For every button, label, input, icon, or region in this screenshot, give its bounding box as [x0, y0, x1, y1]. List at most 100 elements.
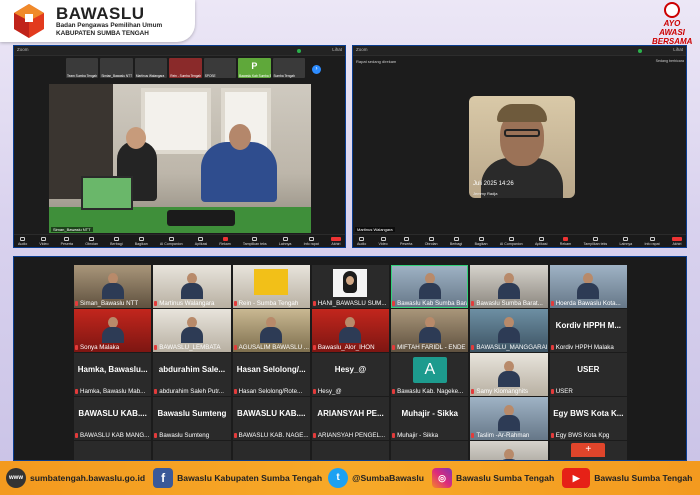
security-shield-icon[interactable]	[638, 49, 642, 53]
toolbar-button[interactable]: Aplikasi	[195, 236, 207, 246]
toolbar-button[interactable]: AI Companion	[500, 236, 523, 246]
participant-tile[interactable]: MIFTAH FARIDL - ENDE	[391, 309, 469, 352]
view-button[interactable]: Lihat	[673, 47, 683, 52]
muted-mic-icon	[392, 345, 396, 350]
participant-tile[interactable]: Siman_Bawaslu NTT	[74, 265, 152, 308]
toolbar-button[interactable]: Info rapat	[304, 236, 319, 246]
participant-tile[interactable]: BAWASLU_LEMBATA	[153, 309, 231, 352]
toolbar-button[interactable]: AI Companion	[160, 236, 183, 246]
security-shield-icon[interactable]	[297, 49, 301, 53]
toolbar-button[interactable]: Peserta	[400, 236, 412, 246]
participant-tile[interactable]: +	[549, 441, 627, 460]
participant-tile[interactable]: Rein - Sumba Tengah	[232, 265, 310, 308]
participant-tile[interactable]	[74, 441, 152, 460]
participant-tile[interactable]: Hamka, Bawaslu... Hamka, Bawaslu Mab...	[74, 353, 152, 396]
toolbar-label: Obrolan	[424, 241, 438, 246]
toolbar-button[interactable]: Berbagi	[450, 236, 462, 246]
participant-tile[interactable]: BAWASLU_MANGGARAI	[470, 309, 548, 352]
toolbar-button[interactable]: Tampilkan teks	[243, 236, 267, 246]
strip-next-icon[interactable]: ›	[312, 65, 321, 74]
participant-tile[interactable]: Bawaslu Sumteng Bawaslu Sumteng	[153, 397, 231, 440]
participant-tile[interactable]	[470, 441, 548, 460]
participant-tile[interactable]: BAWASLU KAB.... BAWASLU KAB. NAGE...	[232, 397, 310, 440]
participant-name-label: Bawaslu Kab. Nageke...	[392, 388, 467, 395]
toolbar-button[interactable]: Aplikasi	[535, 236, 547, 246]
toolbar-button[interactable]: Tampilkan teks	[583, 236, 607, 246]
muted-mic-icon	[154, 389, 158, 394]
muted-mic-icon	[233, 433, 237, 438]
facebook-link[interactable]: f Bawaslu Kabupaten Sumba Tengah	[153, 468, 322, 488]
toolbar-button[interactable]: Akhiri	[330, 236, 341, 246]
strip-participant-tile[interactable]: Martinus Walangara	[134, 58, 168, 78]
participant-tile[interactable]	[311, 441, 390, 460]
toolbar-label: Rekam	[219, 241, 231, 246]
participant-tile[interactable]: Bawaslu Kab Sumba Barat	[391, 265, 469, 308]
zoom-topbar: Zoom Lihat	[14, 46, 345, 56]
participant-name-label: AGUSALIM BAWASLU ...	[233, 344, 309, 351]
strip-participant-tile[interactable]: Simian_Bawaslu NTT	[100, 58, 133, 78]
strip-participant-tile[interactable]: Sumba Tengah	[272, 58, 305, 78]
toolbar-label: Info rapat	[644, 241, 660, 246]
toolbar-button[interactable]: Akhiri	[671, 236, 682, 246]
toolbar-button[interactable]: Info rapat	[644, 236, 660, 246]
participant-tile[interactable]: Taslim -Ar-Rahman	[470, 397, 548, 440]
toolbar-button[interactable]: Bagikan	[135, 236, 148, 246]
projector	[167, 210, 235, 226]
participant-name-label: Samy Klomanghits	[471, 388, 546, 395]
participant-tile[interactable]: USER USER	[549, 353, 627, 396]
instagram-link[interactable]: ◎ Bawaslu Sumba Tengah	[432, 468, 554, 488]
toolbar-button[interactable]: Peserta	[61, 236, 73, 246]
muted-mic-icon	[550, 433, 554, 438]
participant-tile[interactable]: Egy BWS Kota K... Egy BWS Kota Kpg	[549, 397, 627, 440]
participant-name: Bawaslu Sumteng	[159, 432, 210, 439]
participant-tile[interactable]	[153, 441, 231, 460]
participant-name-label: USER	[550, 388, 626, 395]
participant-tile[interactable]: Sonya Malaka	[74, 309, 152, 352]
facebook-icon: f	[153, 468, 174, 488]
participant-tile[interactable]: Bawaslu_Alor_IHON	[311, 309, 390, 352]
website-link[interactable]: www sumbatengah.bawaslu.go.id	[6, 468, 145, 488]
participant-tile[interactable]: BAWASLU KAB.... BAWASLU KAB MANG...	[74, 397, 152, 440]
toolbar-button[interactable]: Rekam	[219, 236, 231, 246]
participant-video	[101, 273, 124, 299]
participant-name: Hesy_@	[317, 388, 342, 395]
twitter-link[interactable]: t @SumbaBawaslu	[328, 468, 424, 488]
strip-participant-tile[interactable]: Rein - Sumba Tengah	[169, 58, 202, 78]
participant-name-label: BAWASLU KAB MANG...	[75, 432, 150, 439]
toolbar-button[interactable]: Audio	[357, 236, 366, 246]
youtube-link[interactable]: ▶ Bawaslu Sumba Tengah	[562, 468, 692, 488]
toolbar-button[interactable]: Lainnya	[620, 236, 632, 246]
participant-tile[interactable]: abdurahim Sale... abdurahim Saleh Putr...	[153, 353, 231, 396]
participant-tile[interactable]	[391, 441, 469, 460]
toolbar-button[interactable]: Video	[379, 236, 388, 246]
strip-participant-tile[interactable]: Team Sumba Tengah	[66, 58, 99, 78]
participant-name-label: Martinus Walangara	[154, 300, 229, 307]
toolbar-button[interactable]: Bagikan	[475, 236, 488, 246]
participant-tile[interactable]: Samy Klomanghits	[470, 353, 548, 396]
participant-tile[interactable]: Hesy_@ Hesy_@	[311, 353, 390, 396]
strip-participant-tile[interactable]: P Bawaslu Kab Sumba Barat	[238, 58, 271, 78]
participant-tile[interactable]	[232, 441, 310, 460]
participant-tile[interactable]: Hasan Selolong/... Hasan Selolong/Rote...	[232, 353, 310, 396]
toolbar-button[interactable]: Video	[39, 236, 49, 246]
participant-tile[interactable]: Martinus Walangara	[153, 265, 231, 308]
view-button[interactable]: Lihat	[332, 47, 342, 52]
participant-name-label: BAWASLU_LEMBATA	[154, 344, 229, 351]
participant-name-label: Sonya Malaka	[75, 344, 150, 351]
participant-tile[interactable]: A Bawaslu Kab. Nageke...	[391, 353, 469, 396]
participant-tile[interactable]: Muhajir - Sikka Muhajir - Sikka	[391, 397, 469, 440]
toolbar-button[interactable]: Berbagi	[110, 236, 123, 246]
participant-tile[interactable]: Kordiv HPPH M... Kordiv HPPH Malaka	[549, 309, 627, 352]
toolbar-button[interactable]: Audio	[18, 236, 27, 246]
participant-tile[interactable]: Bawaslu Sumba Barat...	[470, 265, 548, 308]
participant-tile[interactable]: ARIANSYAH PE... ARIANSYAH PENGEL...	[311, 397, 390, 440]
toolbar-button[interactable]: Obrolan	[85, 236, 98, 246]
avatar: A	[412, 357, 447, 383]
strip-participant-tile[interactable]: SPOSE	[203, 58, 237, 78]
toolbar-button[interactable]: Rekam	[560, 236, 571, 246]
participant-tile[interactable]: Hoerda Bawaslu Kota...	[549, 265, 627, 308]
participant-tile[interactable]: AGUSALIM BAWASLU ...	[232, 309, 310, 352]
toolbar-button[interactable]: Lainnya	[279, 236, 291, 246]
participant-tile[interactable]: HANI_BAWASLU SUM...	[311, 265, 390, 308]
toolbar-button[interactable]: Obrolan	[424, 236, 438, 246]
